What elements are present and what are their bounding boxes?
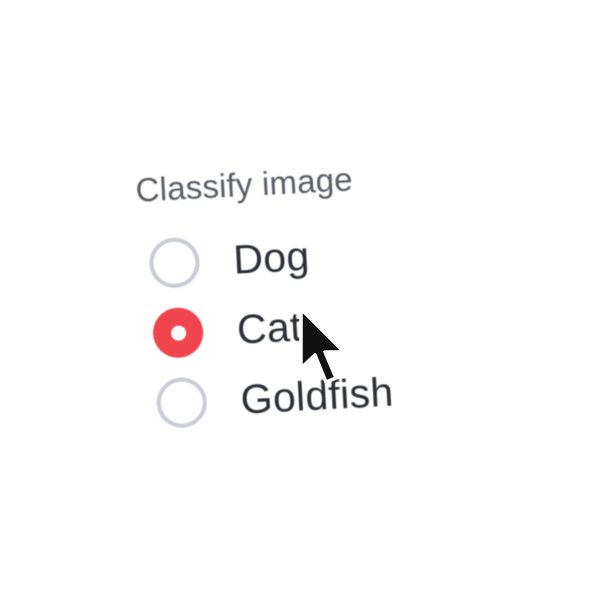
radio-group: Classify image Dog Cat Goldfish	[130, 144, 445, 449]
radio-option-label-goldfish: Goldfish	[239, 368, 395, 423]
radio-button-dog[interactable]	[148, 236, 201, 290]
radio-option-label-cat: Cat	[235, 302, 303, 353]
radio-group-label: Classify image	[134, 160, 354, 209]
radio-option-dog[interactable]: Dog	[148, 227, 311, 293]
radio-option-label-dog: Dog	[232, 232, 311, 283]
radio-button-goldfish[interactable]	[155, 376, 209, 429]
radio-option-cat[interactable]: Cat	[151, 297, 304, 363]
stage: Classify image Dog Cat Goldfish	[0, 0, 600, 600]
radio-button-cat[interactable]	[151, 306, 205, 359]
radio-option-goldfish[interactable]: Goldfish	[155, 363, 395, 433]
